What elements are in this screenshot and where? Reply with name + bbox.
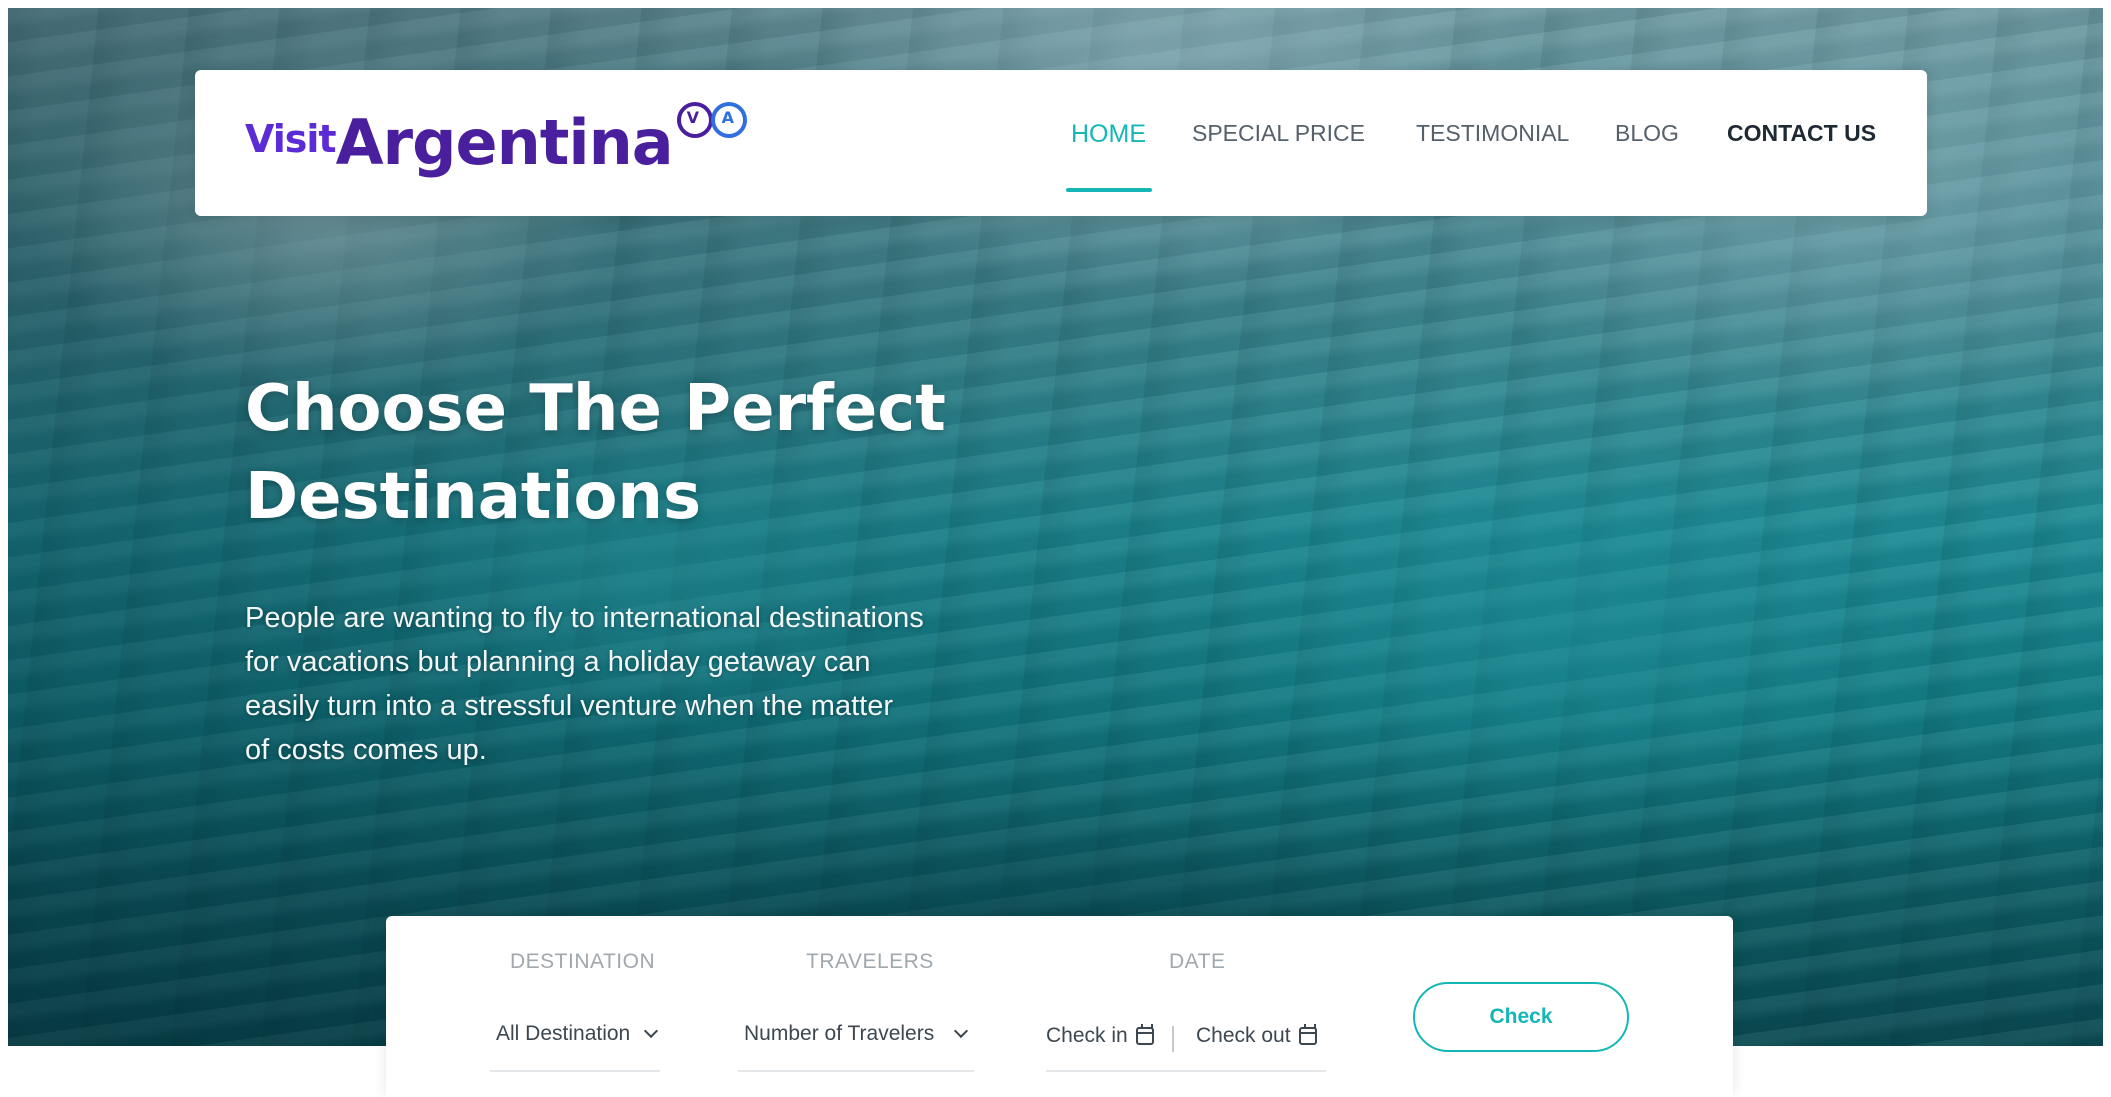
- nav-contact-us[interactable]: CONTACT US: [1727, 120, 1876, 147]
- hero-title-line-2: Destinations: [245, 460, 702, 534]
- calendar-icon: [1135, 1024, 1154, 1045]
- travelers-value: Number of Travelers: [744, 1022, 935, 1045]
- travelers-select[interactable]: Number of Travelers: [738, 1016, 974, 1072]
- destination-value: All Destination: [496, 1022, 631, 1045]
- date-label: DATE: [1169, 950, 1226, 973]
- nav-blog[interactable]: BLOG: [1615, 120, 1679, 147]
- check-in-label: Check in: [1046, 1024, 1128, 1047]
- nav-testimonial[interactable]: TESTIMONIAL: [1416, 120, 1569, 147]
- calendar-icon: [1298, 1024, 1317, 1045]
- nav-home[interactable]: HOME: [1071, 120, 1146, 149]
- nav-active-underline: [1066, 188, 1152, 192]
- hero-title: Choose The Perfect Destinations: [245, 365, 1005, 541]
- destination-select[interactable]: All Destination: [490, 1016, 660, 1072]
- booking-panel: DESTINATION TRAVELERS DATE All Destinati…: [386, 916, 1733, 1097]
- check-button[interactable]: Check: [1413, 982, 1629, 1052]
- date-separator: [1172, 1026, 1174, 1052]
- chevron-down-icon: [953, 1023, 969, 1039]
- main-nav: HOME SPECIAL PRICE TESTIMONIAL BLOG CONT…: [195, 70, 1927, 216]
- navbar: Visit Argentina V A HOME SPECIAL PRICE T…: [195, 70, 1927, 216]
- date-range-field: Check in Check out: [1046, 1016, 1326, 1072]
- nav-special-price[interactable]: SPECIAL PRICE: [1192, 120, 1365, 147]
- chevron-down-icon: [643, 1023, 659, 1039]
- travelers-label: TRAVELERS: [806, 950, 934, 973]
- check-out-label: Check out: [1196, 1024, 1291, 1047]
- hero-description: People are wanting to fly to internation…: [245, 602, 924, 766]
- destination-label: DESTINATION: [510, 950, 656, 973]
- landing-page: Visit Argentina V A HOME SPECIAL PRICE T…: [0, 0, 2111, 1097]
- hero-title-line-1: Choose The Perfect: [245, 372, 946, 446]
- check-in-picker[interactable]: Check in: [1046, 1016, 1154, 1056]
- check-out-picker[interactable]: Check out: [1196, 1016, 1317, 1056]
